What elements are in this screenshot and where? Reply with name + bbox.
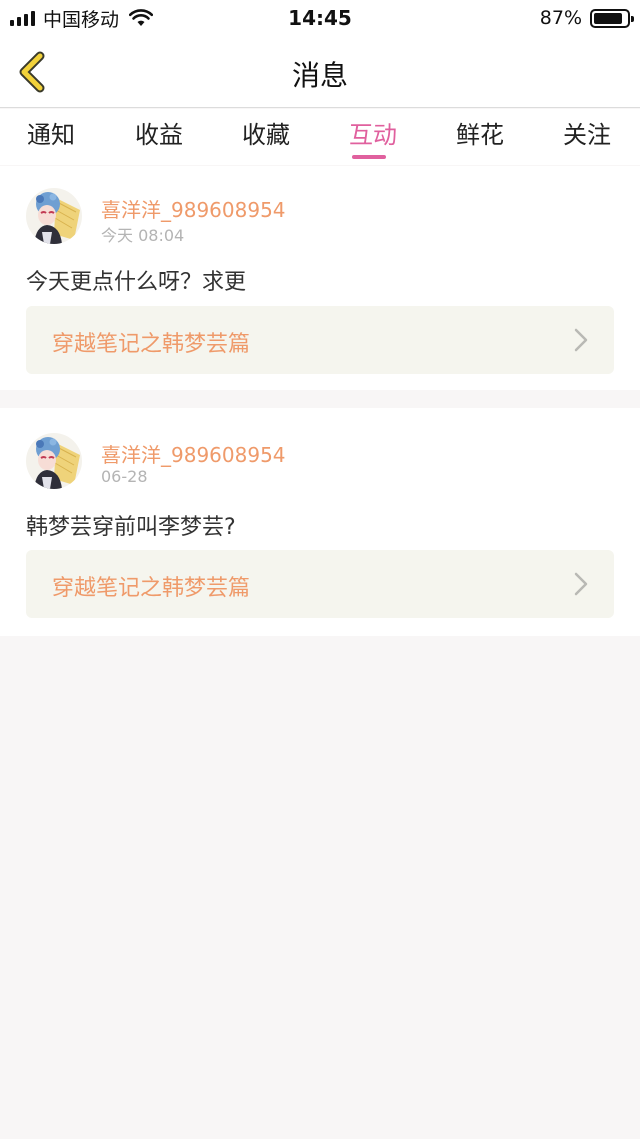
page-title: 消息 <box>291 59 348 92</box>
message-time: 今天 08:04 <box>101 226 185 245</box>
chevron-right-icon <box>574 328 588 352</box>
username[interactable]: 喜洋洋_989608954 <box>101 194 286 223</box>
tab-flowers[interactable]: 鲜花 <box>435 115 525 159</box>
message-time: 06-28 <box>101 467 148 486</box>
battery-fill <box>594 12 622 24</box>
book-link[interactable]: 穿越笔记之韩梦芸篇 <box>26 306 614 374</box>
message-card: 喜洋洋_989608954 06-28 韩梦芸穿前叫李梦芸? 穿越笔记之韩梦芸篇 <box>0 408 640 636</box>
book-title: 穿越笔记之韩梦芸篇 <box>52 576 251 601</box>
tab-bar: 通知 收益 收藏 互动 鲜花 关注 <box>0 109 640 165</box>
status-bar: 中国移动 14:45 87% <box>0 0 640 36</box>
tab-interaction[interactable]: 互动 <box>328 115 418 159</box>
username[interactable]: 喜洋洋_989608954 <box>101 439 286 468</box>
message-text: 韩梦芸穿前叫李梦芸? <box>26 515 236 540</box>
chevron-right-icon <box>574 572 588 596</box>
avatar[interactable] <box>26 188 82 244</box>
book-title: 穿越笔记之韩梦芸篇 <box>52 332 251 357</box>
battery-icon <box>590 8 634 28</box>
avatar[interactable] <box>26 433 82 489</box>
tab-follow[interactable]: 关注 <box>542 115 632 159</box>
opera-avatar-icon <box>26 188 82 244</box>
status-right: 87% <box>539 6 634 30</box>
message-text: 今天更点什么呀？求更 <box>26 270 247 295</box>
message-card: 喜洋洋_989608954 今天 08:04 今天更点什么呀？求更 穿越笔记之韩… <box>0 166 640 390</box>
book-link[interactable]: 穿越笔记之韩梦芸篇 <box>26 550 614 618</box>
opera-avatar-icon <box>26 433 82 489</box>
battery-percent: 87% <box>539 7 582 29</box>
tab-notice[interactable]: 通知 <box>6 115 96 159</box>
tab-interaction-label: 互动 <box>349 121 397 149</box>
tab-favorites[interactable]: 收藏 <box>221 115 311 159</box>
nav-bar: 消息 <box>0 36 640 108</box>
tab-earnings[interactable]: 收益 <box>114 115 204 159</box>
active-tab-indicator <box>352 155 386 159</box>
